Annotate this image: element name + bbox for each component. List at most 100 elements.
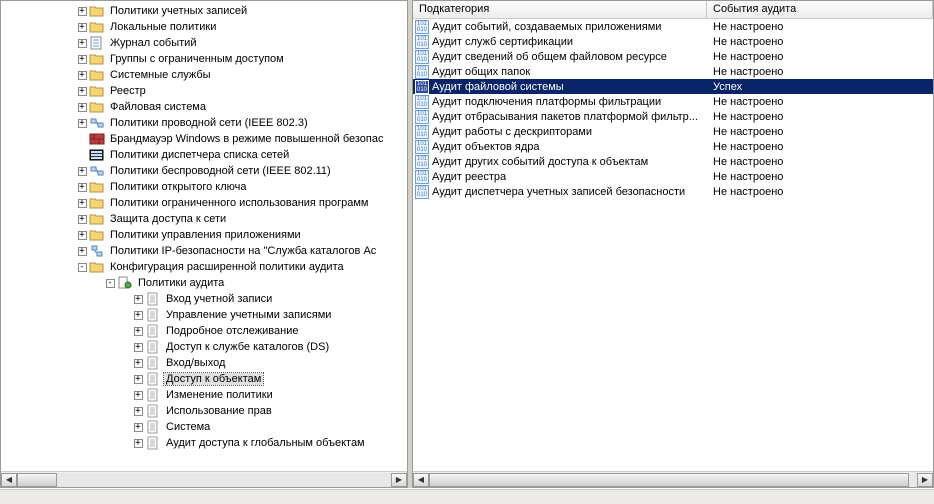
audit-events-value: Не настроено [707, 66, 933, 78]
list-row[interactable]: 101010Аудит подключения платформы фильтр… [413, 94, 933, 109]
list-header[interactable]: Подкатегория События аудита [413, 1, 933, 19]
scroll-left-button[interactable]: ◀ [413, 473, 429, 487]
tree-expander[interactable]: + [131, 403, 145, 419]
list-row[interactable]: 101010Аудит служб сертификацииНе настрое… [413, 34, 933, 49]
tree-expander[interactable]: + [75, 35, 89, 51]
list-row[interactable]: 101010Аудит сведений об общем файловом р… [413, 49, 933, 64]
tree-guide [61, 19, 75, 35]
tree-expander[interactable]: + [75, 51, 89, 67]
tree-expander[interactable]: - [75, 259, 89, 275]
tree-node[interactable]: +Политики беспроводной сети (IEEE 802.11… [1, 163, 407, 179]
tree-expander[interactable]: + [131, 291, 145, 307]
tree-guide [47, 435, 61, 451]
tree-guide [19, 227, 33, 243]
scroll-thumb[interactable] [17, 473, 57, 487]
tree-node[interactable]: +Аудит доступа к глобальным объектам [1, 435, 407, 451]
tree-guide [5, 147, 19, 163]
tree-expander[interactable]: + [75, 243, 89, 259]
list-row[interactable]: 101010Аудит реестраНе настроено [413, 169, 933, 184]
list-row[interactable]: 101010Аудит файловой системыУспех [413, 79, 933, 94]
col-header-events[interactable]: События аудита [707, 1, 933, 18]
tree-node[interactable]: +Локальные политики [1, 19, 407, 35]
list-row[interactable]: 101010Аудит событий, создаваемых приложе… [413, 19, 933, 34]
tree-expander[interactable]: + [131, 355, 145, 371]
tree-node[interactable]: +Доступ к службе каталогов (DS) [1, 339, 407, 355]
tree-node[interactable]: +Файловая система [1, 99, 407, 115]
policy-item-icon: 101010 [415, 20, 429, 34]
tree-node[interactable]: -Политики аудита [1, 275, 407, 291]
tree-hscrollbar[interactable]: ◀ ▶ [1, 471, 407, 487]
tree-node[interactable]: +Вход учетной записи [1, 291, 407, 307]
tree-expander[interactable]: + [75, 19, 89, 35]
scroll-track[interactable] [429, 473, 917, 487]
tree-expander[interactable]: - [103, 275, 117, 291]
tree-guide [75, 435, 89, 451]
list-hscrollbar[interactable]: ◀ ▶ [413, 471, 933, 487]
tree-node[interactable]: +Вход/выход [1, 355, 407, 371]
tree-node[interactable]: +Группы с ограниченным доступом [1, 51, 407, 67]
tree-expander[interactable]: + [131, 307, 145, 323]
tree-node[interactable]: +Политики ограниченного использования пр… [1, 195, 407, 211]
tree-node[interactable]: Политики диспетчера списка сетей [1, 147, 407, 163]
tree-node[interactable]: +Политики IP-безопасности на "Служба кат… [1, 243, 407, 259]
tree-node[interactable]: +Использование прав [1, 403, 407, 419]
list-row[interactable]: 101010Аудит объектов ядраНе настроено [413, 139, 933, 154]
tree-expander[interactable]: + [75, 195, 89, 211]
scroll-right-button[interactable]: ▶ [391, 473, 407, 487]
tree-expander[interactable]: + [75, 179, 89, 195]
tree-node[interactable]: +Политики проводной сети (IEEE 802.3) [1, 115, 407, 131]
tree-node[interactable]: +Система [1, 419, 407, 435]
scroll-track[interactable] [17, 473, 391, 487]
tree-node[interactable]: +Изменение политики [1, 387, 407, 403]
tree-guide [103, 435, 117, 451]
list-row[interactable]: 101010Аудит работы с дескрипторамиНе нас… [413, 124, 933, 139]
tree-node-label: Конфигурация расширенной политики аудита [108, 261, 346, 273]
tree-expander[interactable]: + [75, 163, 89, 179]
list-row[interactable]: 101010Аудит отбрасывания пакетов платфор… [413, 109, 933, 124]
list-row[interactable]: 101010Аудит других событий доступа к объ… [413, 154, 933, 169]
tree-expander[interactable]: + [75, 99, 89, 115]
tree-expander[interactable]: + [131, 371, 145, 387]
list-row[interactable]: 101010Аудит диспетчера учетных записей б… [413, 184, 933, 199]
policy-tree[interactable]: +Политики учетных записей+Локальные поли… [1, 1, 407, 471]
audit-list[interactable]: 101010Аудит событий, создаваемых приложе… [413, 19, 933, 471]
tree-expander[interactable]: + [75, 211, 89, 227]
tree-expander[interactable]: + [131, 323, 145, 339]
scroll-right-button[interactable]: ▶ [917, 473, 933, 487]
tree-guide [5, 163, 19, 179]
tree-node[interactable]: +Управление учетными записями [1, 307, 407, 323]
tree-node[interactable]: +Защита доступа к сети [1, 211, 407, 227]
tree-guide [33, 19, 47, 35]
tree-guide [19, 163, 33, 179]
tree-node[interactable]: +Подробное отслеживание [1, 323, 407, 339]
list-row[interactable]: 101010Аудит общих папокНе настроено [413, 64, 933, 79]
eventlog-icon [89, 36, 105, 50]
tree-node[interactable]: +Журнал событий [1, 35, 407, 51]
tree-expander[interactable]: + [131, 419, 145, 435]
tree-node[interactable]: +Доступ к объектам [1, 371, 407, 387]
tree-expander[interactable]: + [131, 387, 145, 403]
tree-node[interactable]: Брандмауэр Windows в режиме повышенной б… [1, 131, 407, 147]
tree-guide [33, 195, 47, 211]
tree-node[interactable]: +Политики открытого ключа [1, 179, 407, 195]
tree-node[interactable]: +Политики управления приложениями [1, 227, 407, 243]
col-header-subcategory[interactable]: Подкатегория [413, 1, 707, 18]
tree-expander[interactable]: + [131, 339, 145, 355]
tree-expander[interactable]: + [131, 435, 145, 451]
tree-guide [47, 35, 61, 51]
tree-expander[interactable]: + [75, 227, 89, 243]
tree-node[interactable]: +Системные службы [1, 67, 407, 83]
tree-node[interactable]: - Конфигурация расширенной политики аудит… [1, 259, 407, 275]
tree-node[interactable]: +Реестр [1, 83, 407, 99]
scroll-left-button[interactable]: ◀ [1, 473, 17, 487]
tree-guide [75, 339, 89, 355]
policy-item-icon: 101010 [415, 110, 429, 124]
tree-guide [61, 227, 75, 243]
scroll-thumb[interactable] [429, 473, 909, 487]
tree-node[interactable]: +Политики учетных записей [1, 3, 407, 19]
tree-expander[interactable]: + [75, 83, 89, 99]
audit-events-value: Не настроено [707, 171, 933, 183]
tree-expander[interactable]: + [75, 3, 89, 19]
tree-expander[interactable]: + [75, 67, 89, 83]
tree-expander[interactable]: + [75, 115, 89, 131]
